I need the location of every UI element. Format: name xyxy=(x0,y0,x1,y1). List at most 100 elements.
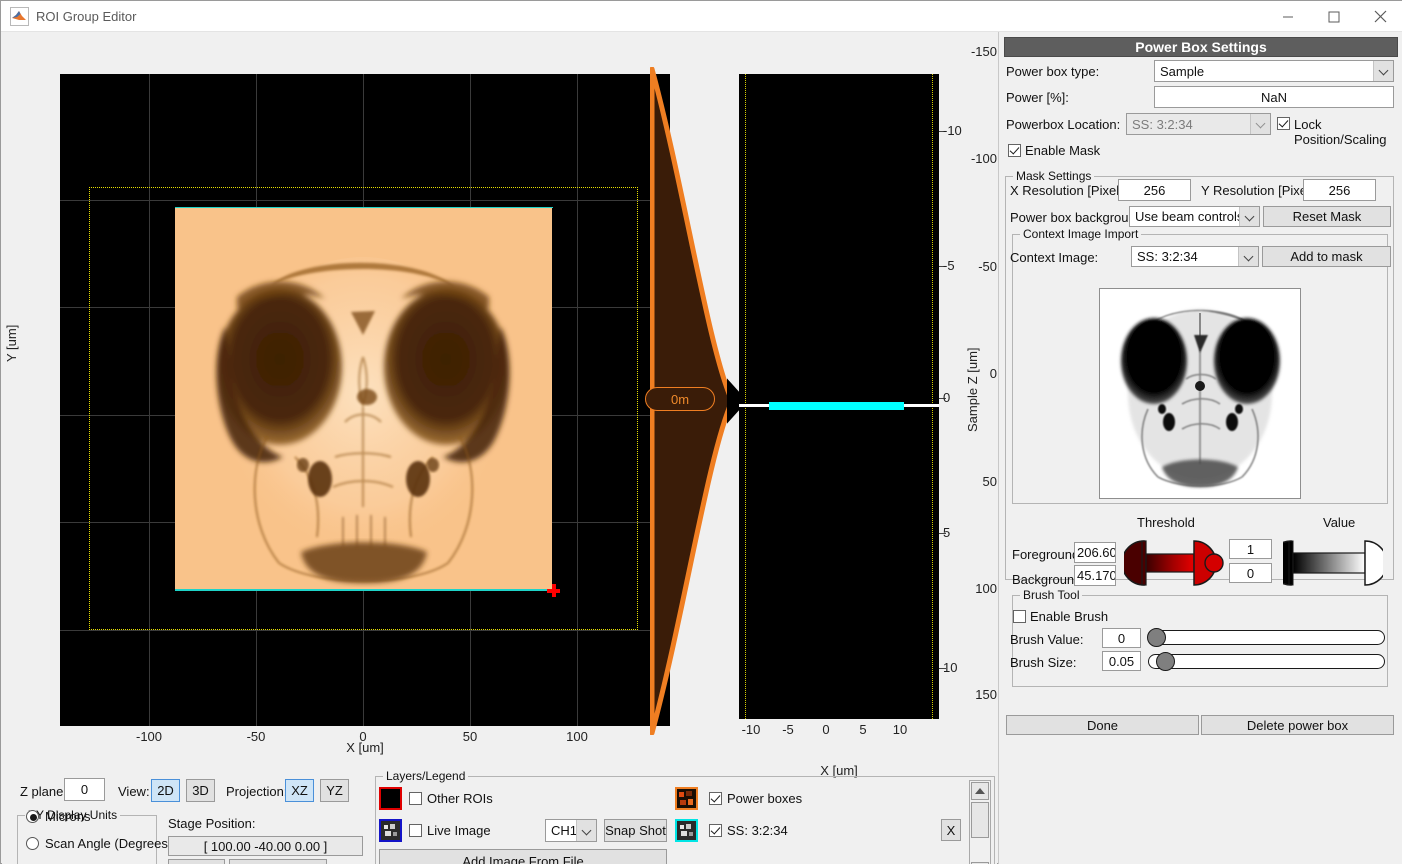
background-input[interactable]: 45.1708 xyxy=(1074,565,1116,586)
brush-size-input[interactable]: 0.05 xyxy=(1102,651,1141,671)
xz-sample-plot[interactable] xyxy=(739,74,939,719)
z-ytick: -5 xyxy=(943,258,983,273)
scrollbar-thumb[interactable] xyxy=(971,802,989,838)
z-xtick: -5 xyxy=(768,722,808,737)
radio-microns[interactable] xyxy=(26,810,39,823)
lock-position-scaling-checkbox[interactable] xyxy=(1277,117,1290,130)
reset-mask-button[interactable]: Reset Mask xyxy=(1263,206,1391,227)
snap-shot-button[interactable]: Snap Shot xyxy=(604,819,667,842)
threshold-label: Threshold xyxy=(1137,515,1195,530)
power-boxes-label: Power boxes xyxy=(727,791,802,806)
powerbox-bottom-edge xyxy=(175,589,553,591)
projection-yz-button[interactable]: YZ xyxy=(320,779,349,802)
title-bar: ROI Group Editor xyxy=(1,1,1402,32)
xy-plot-canvas xyxy=(60,74,670,726)
value-gradient-slider[interactable] xyxy=(1283,537,1383,589)
foreground-label: Foreground: xyxy=(1012,547,1083,562)
ss-layer-thumbnail xyxy=(675,819,698,842)
projection-xz-button[interactable]: XZ xyxy=(285,779,314,802)
y-resolution-input[interactable]: 256 xyxy=(1303,179,1376,201)
z-ytick: 10 xyxy=(943,660,983,675)
scroll-up-button[interactable] xyxy=(971,782,989,800)
context-image-label: Context Image: xyxy=(1010,250,1098,265)
enable-mask-checkbox[interactable] xyxy=(1008,144,1021,157)
brush-value-slider-knob[interactable] xyxy=(1147,628,1166,647)
live-image-checkbox[interactable] xyxy=(409,824,422,837)
power-percent-label: Power [%]: xyxy=(1006,90,1069,105)
close-layer-button[interactable]: X xyxy=(941,819,961,841)
threshold-gradient-slider[interactable] xyxy=(1124,537,1224,589)
enable-brush-label: Enable Brush xyxy=(1030,609,1108,624)
chevron-down-icon xyxy=(1239,207,1259,226)
z-roi-edge-left xyxy=(745,74,746,719)
enable-brush-checkbox[interactable] xyxy=(1013,610,1026,623)
xy-plot-y-axis-label: Y [um] xyxy=(4,325,19,362)
xy-ytick: 150 xyxy=(951,687,997,702)
value-max-input[interactable]: 1 xyxy=(1229,539,1272,559)
brush-size-slider-knob[interactable] xyxy=(1156,652,1175,671)
delete-power-box-button[interactable]: Delete power box xyxy=(1201,715,1394,735)
view-2d-button[interactable]: 2D xyxy=(151,779,180,802)
value-min-input[interactable]: 0 xyxy=(1229,563,1272,583)
xy-plot-x-axis-label: X [um] xyxy=(60,740,670,755)
minimize-icon[interactable] xyxy=(1265,1,1311,32)
maximize-icon[interactable] xyxy=(1311,1,1357,32)
add-power-box-button[interactable]: Add power box xyxy=(229,859,327,864)
radio-scan-angle-label: Scan Angle (Degrees) xyxy=(45,836,172,851)
lock-position-scaling-label: Lock Position/Scaling xyxy=(1294,117,1401,147)
plot-pane: Y [um] -150 -100 -50 0 50 100 150 xyxy=(2,32,997,864)
add-image-from-file-button[interactable]: Add Image From File xyxy=(379,849,667,864)
xz-plot-y-axis-label: Sample Z [um] xyxy=(965,347,980,432)
update-button[interactable]: Update xyxy=(168,859,225,864)
powerbox-location-dropdown[interactable]: SS: 3:2:34 xyxy=(1126,113,1271,135)
xy-projection-plot[interactable] xyxy=(60,74,670,726)
foreground-input[interactable]: 206.601 xyxy=(1074,542,1116,563)
view-label: View: xyxy=(118,784,150,799)
panel-header-title: Power Box Settings xyxy=(1004,37,1398,57)
beam-distance-label: 0m xyxy=(645,387,715,411)
z-xtick: -10 xyxy=(731,722,771,737)
chevron-down-icon xyxy=(576,820,596,841)
power-boxes-checkbox[interactable] xyxy=(709,792,722,805)
layers-legend-title: Layers/Legend xyxy=(383,769,468,783)
z-powerbox-bar[interactable] xyxy=(769,402,904,410)
brush-value-input[interactable]: 0 xyxy=(1102,628,1141,648)
power-box-background-dropdown[interactable]: Use beam controls xyxy=(1129,206,1260,227)
xy-ytick: 100 xyxy=(951,581,997,596)
power-box-type-dropdown[interactable]: Sample xyxy=(1154,60,1394,82)
done-button[interactable]: Done xyxy=(1006,715,1199,735)
power-boxes-thumbnail xyxy=(675,787,698,810)
z-ytick: 5 xyxy=(943,525,983,540)
gridline xyxy=(60,630,670,631)
xy-ytick: 50 xyxy=(951,474,997,489)
stage-position-value: [ 100.00 -40.00 0.00 ] xyxy=(168,836,363,856)
brush-value-label: Brush Value: xyxy=(1010,632,1083,647)
chevron-down-icon xyxy=(1250,114,1270,134)
brush-tool-title: Brush Tool xyxy=(1020,588,1082,602)
radio-microns-label: Microns xyxy=(45,809,91,824)
sample-context-image xyxy=(175,207,552,591)
brush-size-label: Brush Size: xyxy=(1010,655,1076,670)
brush-value-slider-track[interactable] xyxy=(1148,630,1385,645)
powerbox-handle-marker[interactable] xyxy=(547,584,560,597)
legend-scrollbar[interactable] xyxy=(969,780,991,864)
view-3d-button[interactable]: 3D xyxy=(186,779,215,802)
mask-settings-title: Mask Settings xyxy=(1013,169,1094,183)
context-image-preview xyxy=(1099,288,1301,499)
window-title: ROI Group Editor xyxy=(36,9,136,24)
ss-layer-checkbox[interactable] xyxy=(709,824,722,837)
close-icon[interactable] xyxy=(1357,1,1402,32)
radio-scan-angle[interactable] xyxy=(26,837,39,850)
channel-dropdown[interactable]: CH1 xyxy=(545,819,597,842)
add-to-mask-button[interactable]: Add to mask xyxy=(1262,246,1391,267)
x-resolution-input[interactable]: 256 xyxy=(1118,179,1191,201)
other-rois-checkbox[interactable] xyxy=(409,792,422,805)
roi-group-editor-window: ROI Group Editor Y [um] -150 -100 -50 0 … xyxy=(0,0,1402,864)
context-image-import-title: Context Image Import xyxy=(1020,227,1141,241)
power-percent-input[interactable]: NaN xyxy=(1154,86,1394,108)
x-resolution-label: X Resolution [Pixels]: xyxy=(1010,183,1133,198)
context-image-dropdown[interactable]: SS: 3:2:34 xyxy=(1131,246,1259,267)
other-rois-label: Other ROIs xyxy=(427,791,493,806)
zplane-input[interactable]: 0 xyxy=(64,778,105,801)
brush-size-slider-track[interactable] xyxy=(1148,654,1385,669)
